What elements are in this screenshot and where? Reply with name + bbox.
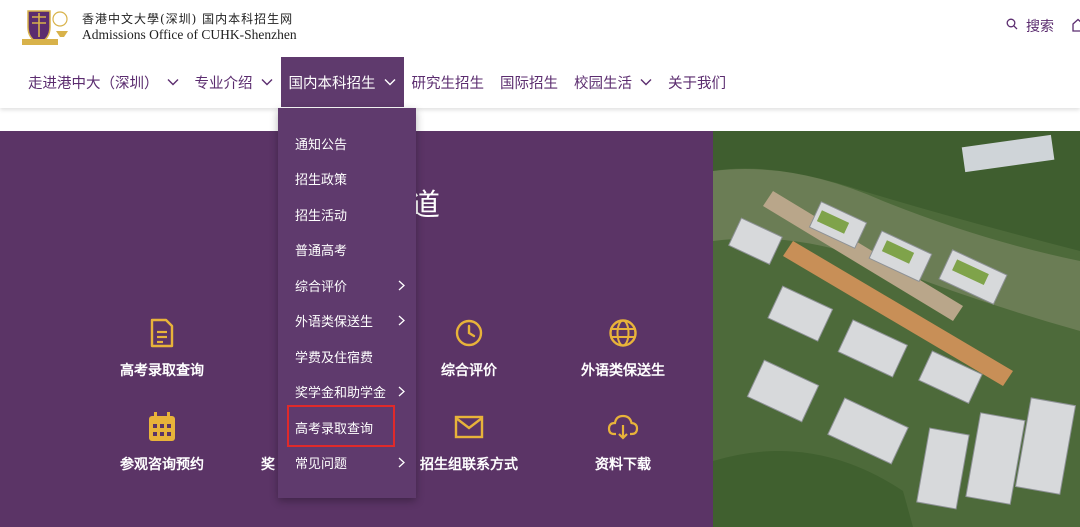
quick-link-label: 资料下载 xyxy=(595,457,651,473)
dropdown-item-label: 普通高考 xyxy=(295,243,348,259)
dropdown-item-label: 学费及住宿费 xyxy=(295,350,374,366)
dropdown-item-label: 外语类保送生 xyxy=(295,314,374,330)
nav-item-campus-life[interactable]: 校园生活 xyxy=(566,57,660,107)
dropdown-item-admission-policy[interactable]: 招生政策 xyxy=(295,167,405,189)
search-icon xyxy=(1006,18,1026,34)
quick-link-label: 综合评价 xyxy=(441,363,497,379)
chevron-right-icon xyxy=(398,315,405,325)
university-crest-logo[interactable] xyxy=(20,5,74,47)
nav-item-international[interactable]: 国际招生 xyxy=(492,57,566,107)
site-header: 香港中文大學(深圳) 国内本科招生网 Admissions Office of … xyxy=(0,0,1080,108)
quick-link-label: 招生组联系方式 xyxy=(420,457,518,473)
nav-item-label: 走进港中大（深圳） xyxy=(28,75,159,92)
nav-item-programs[interactable]: 专业介绍 xyxy=(187,57,281,107)
dropdown-item-foreign-language[interactable]: 外语类保送生 xyxy=(295,309,405,331)
dropdown-item-label: 招生活动 xyxy=(295,208,348,224)
nav-item-label: 国际招生 xyxy=(500,75,558,92)
dropdown-item-label: 奖学金和助学金 xyxy=(295,385,387,401)
nav-item-domestic-undergrad[interactable]: 国内本科招生 xyxy=(280,57,404,107)
quick-link-foreign-language-recommended[interactable]: 外语类保送生 xyxy=(553,316,693,380)
site-title-en: Admissions Office of CUHK-Shenzhen xyxy=(82,27,297,42)
site-title[interactable]: 香港中文大學(深圳) 国内本科招生网 Admissions Office of … xyxy=(82,11,297,43)
dropdown-item-label: 招生政策 xyxy=(295,172,348,188)
globe-icon xyxy=(553,316,693,350)
nav-item-label: 国内本科招生 xyxy=(288,75,376,92)
dropdown-item-scholarships[interactable]: 奖学金和助学金 xyxy=(295,380,405,402)
chevron-right-icon xyxy=(398,386,405,396)
dropdown-item-comprehensive-evaluation[interactable]: 综合评价 xyxy=(295,274,405,296)
clock-icon xyxy=(399,316,539,350)
dropdown-item-label: 综合评价 xyxy=(295,279,348,295)
nav-item-graduate[interactable]: 研究生招生 xyxy=(404,57,493,107)
nav-item-about-us[interactable]: 关于我们 xyxy=(660,57,734,107)
nav-item-label: 专业介绍 xyxy=(194,75,253,92)
search-button[interactable]: 搜索 xyxy=(1006,16,1054,36)
mail-icon xyxy=(399,410,539,444)
page: 香港中文大學(深圳) 国内本科招生网 Admissions Office of … xyxy=(0,0,1080,527)
quick-link-contact-admission-team[interactable]: 招生组联系方式 xyxy=(399,410,539,474)
document-icon xyxy=(92,316,232,350)
nav-item-label: 研究生招生 xyxy=(411,75,485,92)
quick-link-admission-query[interactable]: 高考录取查询 xyxy=(92,316,232,380)
nav-item-label: 关于我们 xyxy=(668,75,726,92)
nav-item-label: 校园生活 xyxy=(574,75,632,92)
cloud-download-icon xyxy=(553,410,693,444)
main-nav: 走进港中大（深圳） 专业介绍 国内本科招生 研究生招生 国际招生 校园生活 关于… xyxy=(20,57,734,107)
highlight-box-admission-query xyxy=(287,405,395,447)
quick-link-label: 高考录取查询 xyxy=(120,363,204,379)
site-title-cn: 香港中文大學(深圳) 国内本科招生网 xyxy=(82,12,294,26)
calendar-icon xyxy=(92,410,232,444)
chevron-down-icon xyxy=(640,79,652,86)
chevron-down-icon xyxy=(167,79,178,86)
home-icon[interactable] xyxy=(1072,17,1080,36)
campus-aerial-photo xyxy=(713,131,1080,527)
chevron-down-icon xyxy=(261,79,272,86)
quick-link-label: 参观咨询预约 xyxy=(120,457,204,473)
nav-item-about-cuhksz[interactable]: 走进港中大（深圳） xyxy=(20,57,187,107)
dropdown-item-admission-events[interactable]: 招生活动 xyxy=(295,203,405,225)
dropdown-item-label: 常见问题 xyxy=(295,456,348,472)
chevron-right-icon xyxy=(398,280,405,290)
dropdown-item-gaokao[interactable]: 普通高考 xyxy=(295,238,405,260)
quick-link-comprehensive-evaluation[interactable]: 综合评价 xyxy=(399,316,539,380)
dropdown-item-faq[interactable]: 常见问题 xyxy=(295,451,405,473)
chevron-down-icon xyxy=(384,79,395,86)
dropdown-item-label: 通知公告 xyxy=(295,137,348,153)
dropdown-item-notices[interactable]: 通知公告 xyxy=(295,132,405,154)
quick-link-visit-booking[interactable]: 参观咨询预约 xyxy=(92,410,232,474)
quick-link-label: 外语类保送生 xyxy=(581,363,665,379)
dropdown-item-tuition-accommodation[interactable]: 学费及住宿费 xyxy=(295,345,405,367)
chevron-right-icon xyxy=(398,457,405,467)
quick-link-downloads[interactable]: 资料下载 xyxy=(553,410,693,474)
search-label: 搜索 xyxy=(1026,19,1054,35)
